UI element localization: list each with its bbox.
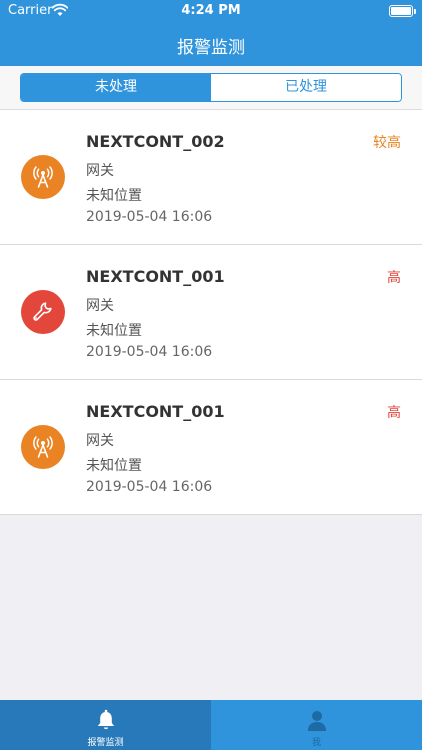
alarm-card[interactable]: NEXTCONT_001 网关 未知位置 2019-05-04 16:06 高: [0, 245, 422, 380]
device-name: NEXTCONT_001: [86, 402, 225, 421]
status-segmented-control: 未处理 已处理: [20, 73, 402, 102]
tab-label: 报警监测: [87, 738, 124, 748]
device-location: 未知位置: [86, 323, 142, 339]
device-name: NEXTCONT_002: [86, 132, 225, 151]
antenna-icon: [21, 155, 65, 199]
page-title: 报警监测: [177, 38, 245, 58]
device-name: NEXTCONT_001: [86, 267, 225, 286]
segment-processed[interactable]: 已处理: [211, 74, 401, 101]
alarm-list: NEXTCONT_002 网关 未知位置 2019-05-04 16:06 较高…: [0, 110, 422, 515]
device-type: 网关: [86, 433, 114, 449]
tab-me[interactable]: 我: [211, 700, 422, 750]
tab-bar: 报警监测 我: [0, 700, 422, 750]
alarm-card[interactable]: NEXTCONT_001 网关 未知位置 2019-05-04 16:06 高: [0, 380, 422, 515]
device-location: 未知位置: [86, 188, 142, 204]
battery-icon: [389, 5, 416, 17]
alarm-date: 2019-05-04 16:06: [86, 479, 213, 495]
wrench-icon: [21, 290, 65, 334]
status-time: 4:24 PM: [181, 3, 241, 18]
bell-icon: [97, 709, 114, 730]
status-bar: Carrier 4:24 PM: [0, 0, 422, 22]
alarm-level: 高: [387, 270, 401, 286]
device-type: 网关: [86, 163, 114, 179]
alarm-card[interactable]: NEXTCONT_002 网关 未知位置 2019-05-04 16:06 较高: [0, 110, 422, 245]
user-icon: [307, 711, 326, 731]
tab-alarm-monitor[interactable]: 报警监测: [0, 700, 211, 750]
tab-label: 我: [311, 738, 321, 748]
nav-bar: 报警监测: [0, 22, 422, 66]
segment-container: 未处理 已处理: [0, 66, 422, 110]
alarm-date: 2019-05-04 16:06: [86, 209, 213, 225]
antenna-icon: [21, 425, 65, 469]
segment-unprocessed[interactable]: 未处理: [21, 74, 211, 101]
device-type: 网关: [86, 298, 114, 314]
alarm-level: 较高: [373, 135, 401, 151]
alarm-level: 高: [387, 405, 401, 421]
alarm-date: 2019-05-04 16:06: [86, 344, 213, 360]
device-location: 未知位置: [86, 458, 142, 474]
